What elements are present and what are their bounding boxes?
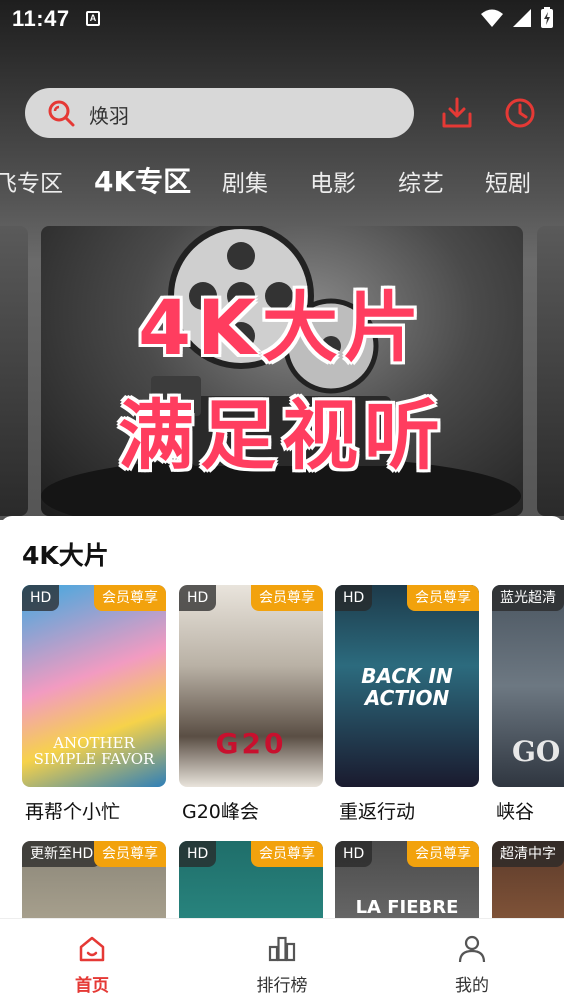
quality-badge: 超清中字	[492, 841, 564, 867]
poster-art-title: BACK IN ACTION	[361, 664, 453, 710]
tab-series[interactable]: 剧集	[222, 164, 268, 198]
profile-icon	[458, 935, 486, 963]
banner-slide[interactable]: 4K大片 满足视听	[41, 226, 523, 516]
tab-short-drama[interactable]: 短剧	[485, 164, 531, 198]
search-row: 焕羽	[0, 88, 564, 138]
vip-badge: 会员尊享	[407, 585, 479, 611]
vip-badge: 会员尊享	[94, 841, 166, 867]
nav-ranking[interactable]: 排行榜	[222, 919, 342, 1004]
poster-card[interactable]: G20 HD 会员尊享	[179, 585, 323, 787]
search-input[interactable]: 焕羽	[89, 100, 129, 129]
poster-card[interactable]: 超清中字	[492, 841, 564, 918]
status-icons	[480, 7, 554, 29]
quality-badge: HD	[335, 841, 373, 867]
poster-card[interactable]: ANOTHER SIMPLE FAVOR HD 会员尊享	[22, 585, 166, 787]
poster-art-title: ANOTHER SIMPLE FAVOR	[33, 734, 155, 768]
status-time: 11:47	[12, 6, 70, 31]
poster-card[interactable]: BACK IN ACTION HD 会员尊享	[335, 585, 479, 787]
quality-badge: 蓝光超清	[492, 585, 564, 611]
vip-badge: 会员尊享	[94, 585, 166, 611]
tab-fei-zone[interactable]: 飞专区	[0, 164, 63, 198]
poster-card[interactable]: 更新至HD 会员尊享	[22, 841, 166, 918]
poster-card[interactable]: GO 蓝光超清	[492, 585, 564, 787]
vip-badge: 会员尊享	[251, 585, 323, 611]
nav-profile[interactable]: 我的	[412, 919, 532, 1004]
content-section: 4K大片 ANOTHER SIMPLE FAVOR HD 会员尊享 再帮个小忙 …	[0, 516, 564, 918]
section-title: 4K大片	[22, 541, 109, 570]
tab-movies[interactable]: 电影	[310, 164, 356, 198]
poster-title[interactable]: 重返行动	[339, 797, 415, 824]
signal-icon	[513, 9, 531, 27]
banner-next-card[interactable]	[537, 226, 564, 516]
poster-title[interactable]: G20峰会	[182, 797, 259, 824]
bottom-navigation: 首页 排行榜 我的	[0, 918, 564, 1004]
poster-title[interactable]: 峡谷	[496, 797, 534, 824]
nav-label: 排行榜	[256, 976, 308, 996]
banner-carousel[interactable]: 4K大片 满足视听	[0, 226, 564, 516]
wifi-icon	[481, 9, 503, 27]
vip-badge: 会员尊享	[407, 841, 479, 867]
home-icon	[79, 936, 105, 962]
nav-home[interactable]: 首页	[32, 919, 152, 1004]
banner-prev-card[interactable]	[0, 226, 28, 516]
quality-badge: HD	[179, 841, 217, 867]
top-header-area: 11:47 A 焕羽 飞专区 4K专区 剧集 电影 综艺 短剧 4K大片 满足视…	[0, 0, 564, 520]
poster-art-title: LA FIEBRE	[355, 897, 459, 918]
ranking-icon	[268, 936, 296, 962]
quality-badge: HD	[179, 585, 217, 611]
download-icon[interactable]	[440, 96, 474, 130]
history-icon[interactable]	[503, 96, 537, 130]
tab-4k-zone[interactable]: 4K专区	[94, 160, 191, 200]
search-bar[interactable]: 焕羽	[25, 88, 414, 138]
status-notification-icon: A	[86, 11, 100, 26]
search-icon	[48, 100, 75, 127]
poster-art-title: G20	[215, 727, 287, 760]
tab-variety[interactable]: 综艺	[398, 164, 444, 198]
vip-badge: 会员尊享	[251, 841, 323, 867]
nav-label: 首页	[75, 976, 109, 996]
poster-card[interactable]: LA FIEBRE HD 会员尊享	[335, 841, 479, 918]
nav-label: 我的	[455, 976, 489, 996]
quality-badge: HD	[22, 585, 60, 611]
poster-art-title: GO	[512, 735, 561, 768]
quality-badge: 更新至HD	[22, 841, 102, 867]
poster-title[interactable]: 再帮个小忙	[25, 797, 120, 824]
category-tabs: 飞专区 4K专区 剧集 电影 综艺 短剧	[0, 158, 564, 208]
banner-headline-1: 4K大片	[138, 283, 426, 372]
battery-icon	[541, 7, 553, 28]
poster-card[interactable]: HD 会员尊享	[179, 841, 323, 918]
banner-headline-2: 满足视听	[118, 391, 446, 480]
quality-badge: HD	[335, 585, 373, 611]
status-bar: 11:47 A	[0, 0, 564, 38]
